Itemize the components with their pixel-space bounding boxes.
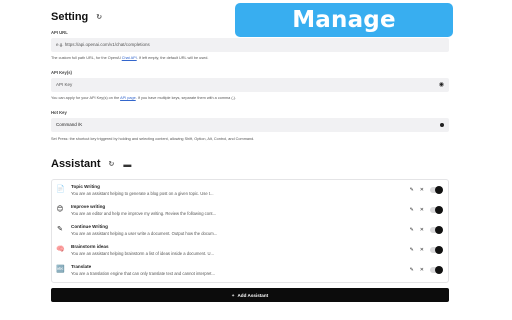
pencil-icon: ✎ [57, 226, 63, 233]
delete-icon[interactable]: ✕ [420, 267, 424, 273]
api-key-placeholder: API Key [56, 82, 73, 87]
enable-toggle[interactable] [430, 246, 443, 254]
assistant-desc: You are an assistant helping brainstorm … [71, 251, 214, 256]
brain-icon: 🧠 [56, 246, 65, 253]
hot-key-value: Command /K [56, 122, 83, 127]
api-keys-help: You can apply for your API Key(s) on the… [51, 96, 236, 100]
api-url-label: API URL [51, 30, 68, 35]
record-dot-icon[interactable] [440, 123, 444, 127]
assistant-title: Continue Writing [71, 224, 108, 229]
enable-toggle[interactable] [430, 186, 443, 194]
assistant-list: 📄 Topic Writing You are an assistant hel… [51, 179, 449, 283]
assistant-desc: You are a translation engine that can on… [71, 271, 215, 276]
hot-key-help: Set Press: the shortcut key triggered by… [51, 137, 255, 141]
setting-title: Setting [51, 11, 89, 23]
delete-icon[interactable]: ✕ [420, 227, 424, 233]
delete-icon[interactable]: ✕ [420, 247, 424, 253]
assistant-title: Translate [71, 264, 92, 269]
add-assistant-label: Add Assistant [237, 292, 269, 298]
enable-toggle[interactable] [430, 226, 443, 234]
list-item[interactable]: 🔤 Translate You are a translation engine… [52, 262, 448, 279]
assistant-title: Topic Writing [71, 184, 100, 189]
setting-heading: Setting ↻ [51, 11, 102, 23]
api-key-input[interactable]: API Key ◉ [51, 78, 449, 92]
enable-toggle[interactable] [430, 206, 443, 214]
list-item[interactable]: 🧠 Brainstorm ideas You are an assistant … [52, 242, 448, 259]
document-icon: 📄 [56, 186, 65, 193]
reload-icon[interactable]: ↻ [109, 160, 115, 168]
hot-key-label: Hot Key [51, 110, 67, 115]
reload-icon[interactable]: ↻ [96, 13, 102, 21]
api-url-help: The custom full path URL, for the OpenAI… [51, 56, 209, 60]
edit-icon[interactable]: ✎ [410, 207, 414, 213]
assistant-title: Improve writing [71, 204, 106, 209]
assistant-title: Assistant [51, 158, 101, 170]
add-assistant-button[interactable]: + Add Assistant [51, 288, 449, 302]
manage-assistant-banner: Manage assistant [235, 3, 453, 67]
list-item[interactable]: ✎ Continue Writing You are an assistant … [52, 222, 448, 239]
edit-icon[interactable]: ✎ [410, 227, 414, 233]
edit-icon[interactable]: ✎ [410, 247, 414, 253]
hot-key-input[interactable]: Command /K [51, 118, 449, 132]
api-url-placeholder: e.g. https://api.openai.com/v1/chat/comp… [56, 42, 150, 47]
assistant-desc: You are an editor and help me improve my… [71, 211, 217, 216]
assistant-desc: You are an assistant helping a user writ… [71, 231, 218, 236]
api-page-link[interactable]: API page [120, 96, 136, 100]
delete-icon[interactable]: ✕ [420, 187, 424, 193]
translate-icon: 🔤 [56, 266, 65, 273]
plus-icon: + [231, 292, 235, 298]
api-keys-label: API Key(s) [51, 70, 72, 75]
eye-icon[interactable]: ◉ [439, 78, 444, 92]
list-item[interactable]: 📄 Topic Writing You are an assistant hel… [52, 182, 448, 199]
edit-icon[interactable]: ✎ [410, 267, 414, 273]
smile-icon: 😊 [56, 206, 64, 213]
enable-toggle[interactable] [430, 266, 443, 274]
assistant-desc: You are an assistant helping to generate… [71, 191, 214, 196]
list-item[interactable]: 😊 Improve writing You are an editor and … [52, 202, 448, 219]
assistant-heading: Assistant ↻ ▬ [51, 158, 131, 170]
api-url-input[interactable]: e.g. https://api.openai.com/v1/chat/comp… [51, 38, 449, 52]
assistant-title: Brainstorm ideas [71, 244, 109, 249]
delete-icon[interactable]: ✕ [420, 207, 424, 213]
edit-icon[interactable]: ✎ [410, 187, 414, 193]
collapse-icon[interactable]: ▬ [123, 160, 131, 169]
chat-api-link[interactable]: Chat API [122, 56, 137, 60]
